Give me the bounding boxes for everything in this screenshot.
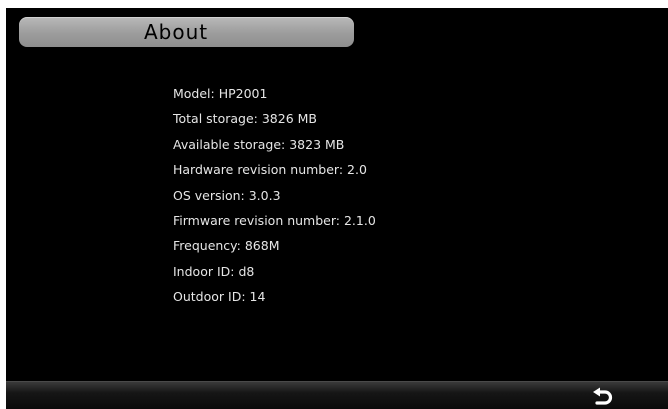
device-screen: About Model: HP2001 Total storage: 3826 … xyxy=(6,8,668,409)
info-indoor-id: Indoor ID: d8 xyxy=(173,263,255,279)
page-title: About xyxy=(144,20,209,44)
info-outdoor-id: Outdoor ID: 14 xyxy=(173,289,266,305)
info-total-storage: Total storage: 3826 MB xyxy=(173,111,317,127)
info-hardware-revision: Hardware revision number: 2.0 xyxy=(173,162,367,178)
info-os-version: OS version: 3.0.3 xyxy=(173,187,281,203)
bottom-toolbar xyxy=(6,381,668,409)
return-arrow-icon xyxy=(593,387,613,405)
info-model: Model: HP2001 xyxy=(173,86,268,101)
info-available-storage: Available storage: 3823 MB xyxy=(173,136,345,152)
device-info-list: Model: HP2001 Total storage: 3826 MB Ava… xyxy=(173,81,376,310)
info-firmware-revision: Firmware revision number: 2.1.0 xyxy=(173,212,376,228)
back-button[interactable] xyxy=(590,385,616,407)
title-bar: About xyxy=(19,17,354,47)
info-frequency: Frequency: 868M xyxy=(173,238,280,254)
